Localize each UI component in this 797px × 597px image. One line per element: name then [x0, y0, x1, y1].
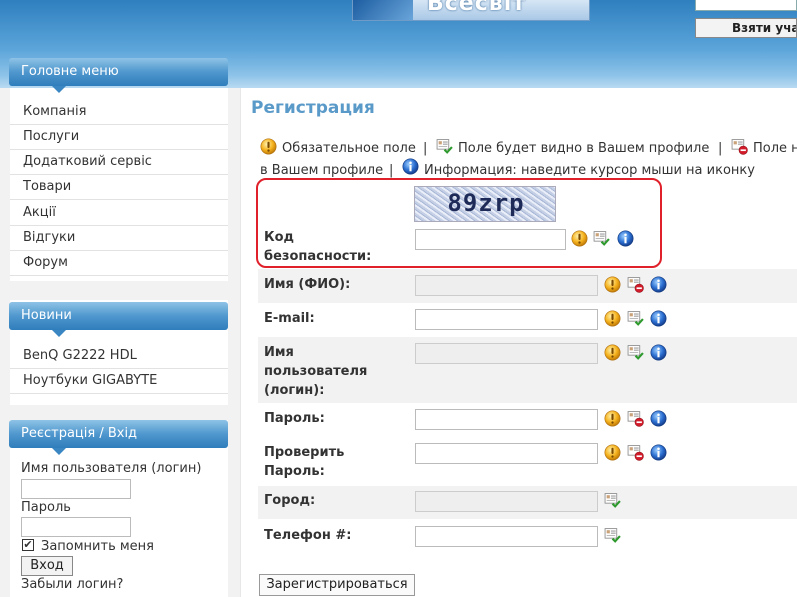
required-icon[interactable]: [604, 410, 621, 427]
visible-in-profile-icon[interactable]: [627, 344, 644, 361]
visible-in-profile-icon[interactable]: [604, 492, 621, 509]
captcha-input[interactable]: [415, 229, 566, 250]
remember-me-label: Запомнить меня: [41, 539, 155, 554]
captcha-code: 89zrp: [447, 189, 525, 217]
page-title: Регистрация: [251, 98, 375, 118]
username-input[interactable]: [415, 343, 598, 364]
phone-input[interactable]: [415, 526, 598, 547]
info-icon[interactable]: [650, 444, 667, 461]
name-label: Имя (ФИО):: [264, 277, 351, 292]
column-divider: [240, 88, 241, 597]
legend-separator: |: [389, 163, 394, 178]
register-button[interactable]: Зарегистрироваться: [259, 574, 415, 596]
info-icon[interactable]: [650, 310, 667, 327]
hidden-in-profile-icon[interactable]: [627, 444, 644, 461]
phone-label: Телефон #:: [264, 528, 352, 543]
menu-item-services[interactable]: Послуги: [23, 129, 79, 144]
login-title: Реєстрація / Вхід: [9, 420, 228, 455]
required-icon[interactable]: [571, 230, 588, 247]
captcha-image: 89zrp: [414, 186, 556, 222]
legend-hidden-text-cont: в Вашем профиле: [260, 163, 384, 178]
email-label: E-mail:: [264, 311, 315, 326]
menu-divider: [10, 275, 228, 276]
visible-in-profile-icon[interactable]: [593, 230, 610, 247]
news-divider: [10, 393, 228, 394]
menu-divider: [10, 174, 228, 175]
required-icon[interactable]: [604, 444, 621, 461]
info-icon[interactable]: [617, 230, 634, 247]
menu-item-reviews[interactable]: Відгуки: [23, 230, 75, 245]
required-icon[interactable]: [604, 344, 621, 361]
name-input[interactable]: [415, 275, 598, 296]
logo-text: Всесвіт: [427, 0, 526, 16]
menu-divider: [10, 124, 228, 125]
username-label-line1: Имя: [264, 345, 294, 360]
username-label-line3: (логин):: [264, 383, 325, 398]
sidebar-username-input[interactable]: [21, 479, 131, 499]
hidden-in-profile-icon[interactable]: [627, 410, 644, 427]
info-icon: [402, 158, 419, 175]
info-icon[interactable]: [650, 410, 667, 427]
info-icon[interactable]: [650, 276, 667, 293]
captcha-label: Код безопасности:: [264, 228, 371, 266]
menu-divider: [10, 149, 228, 150]
menu-item-extra-service[interactable]: Додатковий сервіс: [23, 154, 152, 169]
required-icon: [260, 138, 277, 155]
legend-separator: |: [423, 141, 428, 156]
username-field-label: Имя пользователя (логин):: [264, 343, 367, 400]
username-label-line2: пользователя: [264, 364, 368, 379]
remember-me-checkbox[interactable]: ✔: [22, 539, 34, 551]
captcha-label-line2: безопасности:: [264, 249, 372, 264]
confirm-password-label-line1: Проверить: [264, 445, 345, 460]
legend-separator: |: [718, 141, 723, 156]
legend-required-text: Обязательное поле: [282, 141, 416, 156]
password-label: Пароль: [21, 500, 71, 515]
info-icon[interactable]: [650, 344, 667, 361]
sidebar-password-input[interactable]: [21, 517, 131, 537]
legend-info-text: Информация: наведите курсор мыши на икон…: [424, 163, 755, 178]
email-input[interactable]: [415, 309, 598, 330]
city-input[interactable]: [415, 491, 598, 512]
required-icon[interactable]: [604, 276, 621, 293]
legend-visible-text: Поле будет видно в Вашем профиле: [458, 141, 710, 156]
site-logo[interactable]: Всесвіт: [352, 0, 590, 21]
logo-swoosh-icon: [353, 0, 413, 20]
hidden-in-profile-icon[interactable]: [627, 276, 644, 293]
required-icon[interactable]: [604, 310, 621, 327]
menu-item-goods[interactable]: Товари: [23, 179, 71, 194]
confirm-password-input[interactable]: [415, 443, 598, 464]
main-menu-title: Головне меню: [9, 58, 228, 93]
visible-in-profile-icon[interactable]: [627, 310, 644, 327]
menu-divider: [10, 199, 228, 200]
news-divider: [10, 368, 228, 369]
password-field-label: Пароль:: [264, 411, 325, 426]
login-button[interactable]: Вход: [21, 556, 73, 576]
menu-item-company[interactable]: Компанія: [23, 104, 86, 119]
news-title: Новини: [9, 302, 228, 337]
menu-item-promotions[interactable]: Акції: [23, 205, 56, 220]
news-item-gigabyte[interactable]: Ноутбуки GIGABYTE: [23, 373, 157, 388]
captcha-label-line1: Код: [264, 230, 295, 245]
hidden-in-profile-icon: [731, 138, 748, 155]
confirm-password-label-line2: Пароль:: [264, 464, 325, 479]
menu-divider: [10, 250, 228, 251]
news-item-benq[interactable]: BenQ G2222 HDL: [23, 348, 137, 363]
legend-hidden-text: Поле н: [753, 141, 797, 156]
forgot-login-link[interactable]: Забыли логин?: [21, 577, 123, 592]
header-participate-button[interactable]: Взяти уча: [695, 18, 797, 38]
header-login-input[interactable]: [695, 0, 797, 11]
visible-in-profile-icon[interactable]: [604, 527, 621, 544]
visible-in-profile-icon: [436, 138, 453, 155]
city-label: Город:: [264, 493, 316, 508]
menu-divider: [10, 225, 228, 226]
confirm-password-label: Проверить Пароль:: [264, 443, 344, 481]
username-label: Имя пользователя (логин): [21, 461, 202, 476]
password-input[interactable]: [415, 409, 598, 430]
menu-item-forum[interactable]: Форум: [23, 255, 68, 270]
